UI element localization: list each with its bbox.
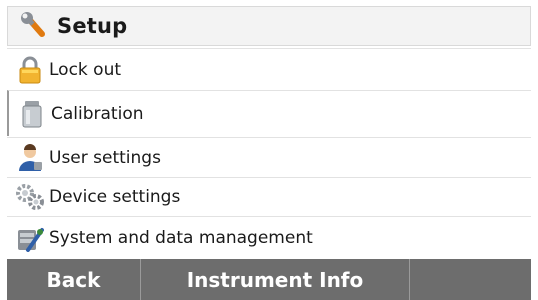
user-icon: [15, 143, 45, 173]
menu-item-label: User settings: [49, 147, 161, 168]
instrument-info-button[interactable]: Instrument Info: [141, 259, 410, 300]
setup-header: Setup: [7, 6, 531, 46]
padlock-icon: [15, 55, 45, 85]
setup-screen: Setup Lock out Calibration User settings…: [0, 0, 538, 300]
empty-softkey[interactable]: [410, 259, 531, 300]
menu-item-lock-out[interactable]: Lock out: [7, 48, 531, 90]
menu-item-label: Lock out: [49, 59, 122, 80]
back-button[interactable]: Back: [7, 259, 141, 300]
calibration-weight-icon: [17, 99, 47, 129]
menu-item-device-settings[interactable]: Device settings: [7, 177, 531, 215]
page-title: Setup: [57, 14, 128, 38]
menu-item-system-data-management[interactable]: System and data management: [7, 216, 531, 259]
menu-item-calibration[interactable]: Calibration: [7, 90, 531, 136]
gears-icon: [15, 182, 45, 212]
menu-item-user-settings[interactable]: User settings: [7, 137, 531, 177]
wrench-icon: [17, 9, 51, 43]
softkey-bar: Back Instrument Info: [7, 259, 531, 300]
menu-item-label: Device settings: [49, 186, 181, 207]
system-tools-icon: [15, 223, 45, 253]
menu-item-label: System and data management: [49, 228, 313, 248]
menu-item-label: Calibration: [51, 103, 144, 124]
